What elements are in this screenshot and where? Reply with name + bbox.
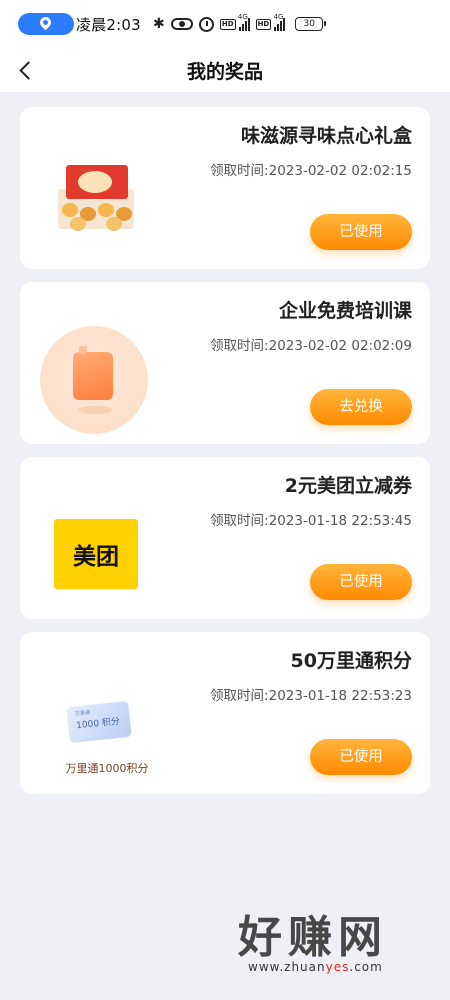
back-arrow-icon[interactable] xyxy=(14,58,38,82)
status-bar: 凌晨2:03 ✱ HD 4G HD 4G 30 xyxy=(0,0,450,48)
points-card-amount: 1000 积分 xyxy=(75,716,121,732)
page-title: 我的奖品 xyxy=(186,60,263,83)
bluetooth-icon: ✱ xyxy=(153,16,165,32)
redeem-button[interactable]: 去兑换 xyxy=(310,389,412,425)
training-course-image xyxy=(40,326,148,434)
prize-name: 50万里通积分 xyxy=(290,650,412,672)
prize-card: 味滋源寻味点心礼盒 领取时间:2023-02-02 02:02:15 已使用 xyxy=(20,107,430,269)
prize-name: 企业免费培训课 xyxy=(278,300,412,322)
points-card-image: 万里通 1000 积分 万里通1000积分 xyxy=(42,696,172,778)
meituan-logo: 美团 xyxy=(54,519,138,589)
signal-icon-2: HD 4G xyxy=(255,13,286,31)
status-time: 凌晨2:03 xyxy=(76,15,141,34)
gift-box-image xyxy=(56,159,140,243)
points-card-brand: 万里通 xyxy=(74,709,91,718)
signal-icon-1: HD 4G xyxy=(219,13,250,31)
alarm-icon xyxy=(198,16,214,32)
location-pill xyxy=(18,13,74,35)
prize-card: 万里通 1000 积分 万里通1000积分 50万里通积分 领取时间:2023-… xyxy=(20,632,430,794)
used-button[interactable]: 已使用 xyxy=(310,739,412,775)
claim-time: 领取时间:2023-01-18 22:53:23 xyxy=(210,688,412,704)
status-icons: ✱ HD 4G HD 4G 30 xyxy=(153,13,327,32)
claim-time: 领取时间:2023-02-02 02:02:15 xyxy=(210,163,412,179)
watermark: 好赚网 www.zhuanyes.com xyxy=(238,912,443,975)
prize-card: 企业免费培训课 领取时间:2023-02-02 02:02:09 去兑换 xyxy=(20,282,430,444)
prize-name: 2元美团立减券 xyxy=(284,475,412,497)
used-button[interactable]: 已使用 xyxy=(310,564,412,600)
eye-comfort-icon xyxy=(170,18,193,30)
watermark-title: 好赚网 xyxy=(238,912,388,963)
prize-name: 味滋源寻味点心礼盒 xyxy=(240,125,412,147)
used-button[interactable]: 已使用 xyxy=(310,214,412,250)
nav-bar: 我的奖品 xyxy=(0,48,450,92)
location-pin-icon xyxy=(37,14,54,31)
prize-card: 美团 2元美团立减券 领取时间:2023-01-18 22:53:45 已使用 xyxy=(20,457,430,619)
points-card: 万里通 1000 积分 xyxy=(66,700,132,744)
claim-time: 领取时间:2023-01-18 22:53:45 xyxy=(210,513,412,529)
battery-icon: 30 xyxy=(295,17,327,31)
points-caption: 万里通1000积分 xyxy=(65,762,149,775)
claim-time: 领取时间:2023-02-02 02:02:09 xyxy=(210,338,412,354)
